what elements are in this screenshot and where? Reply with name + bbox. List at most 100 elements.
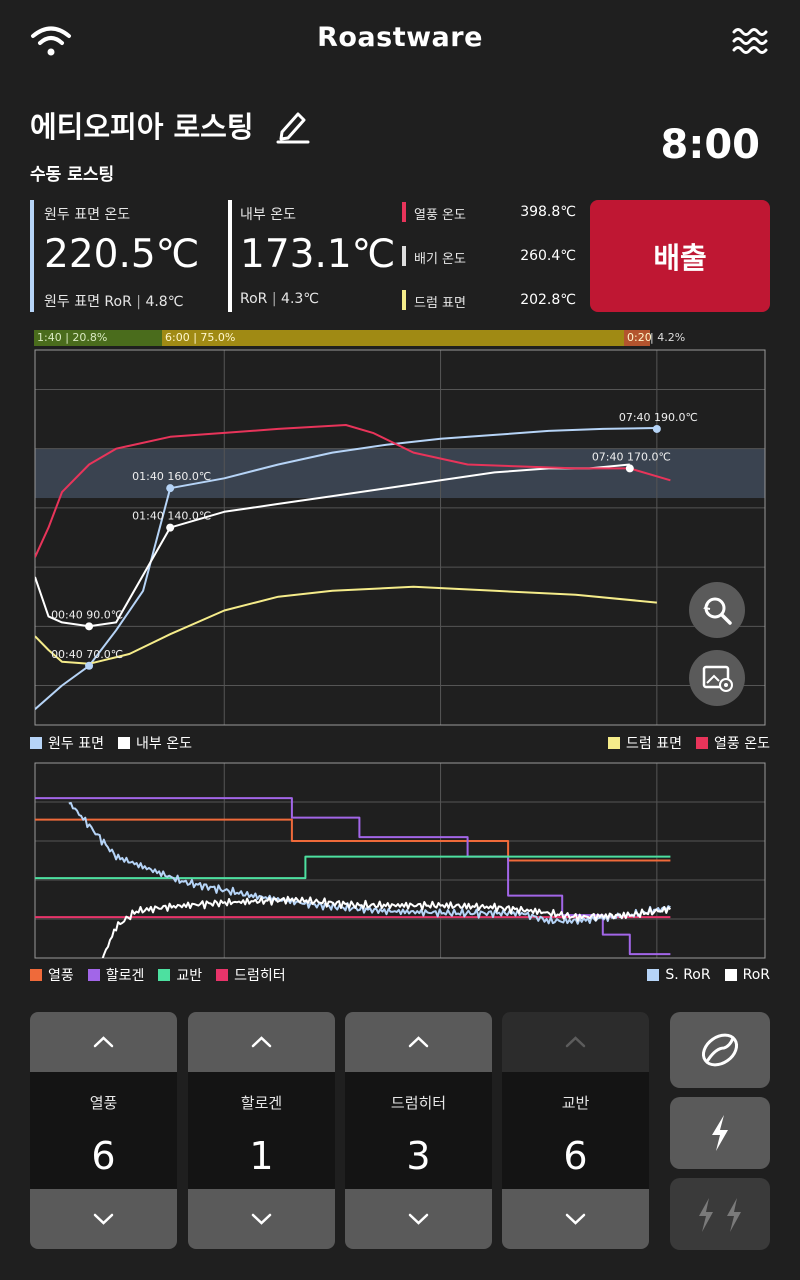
chevron-up-icon (251, 1036, 272, 1048)
legend-item: RoR (724, 967, 770, 983)
discharge-button[interactable]: 배출 (590, 200, 770, 312)
control-drum-heater: 드럼히터 3 (345, 1012, 492, 1249)
legend-item: 원두 표면 (30, 733, 104, 753)
bean-button[interactable] (670, 1012, 770, 1088)
control-ror-chart (34, 762, 766, 959)
legend-label: 원두 표면 (48, 736, 104, 752)
legend-item: 열풍 (30, 965, 74, 985)
annotation-point (85, 622, 94, 631)
legend-item: 교반 (158, 965, 202, 985)
phase-segment: 1:40 | 20.8% (34, 330, 162, 346)
annotation-point (166, 484, 175, 493)
wave-menu-icon[interactable] (730, 24, 768, 58)
control-value: 6 (563, 1134, 588, 1178)
decrease-button[interactable] (502, 1189, 649, 1249)
annotation-label: 07:40 170.0℃ (592, 450, 671, 463)
annotation-label: 00:40 90.0℃ (51, 608, 123, 621)
decrease-button[interactable] (30, 1189, 177, 1249)
plot-frame (34, 349, 766, 726)
annotation-label: 01:40 160.0℃ (132, 470, 211, 483)
chevron-down-icon (408, 1213, 429, 1225)
control-value: 1 (249, 1134, 274, 1178)
annotation-point (652, 424, 661, 433)
legend-swatch (647, 969, 660, 981)
phase-extra-label: | 4.2% (650, 331, 686, 344)
drum-value: 202.8℃ (520, 292, 576, 308)
hot-air-label: 열풍 온도 (414, 208, 466, 223)
legend-swatch (117, 737, 130, 749)
legend-label: 열풍 (48, 968, 74, 984)
legend-label: 열풍 온도 (714, 736, 770, 752)
double-lightning-icon (699, 1198, 741, 1232)
legend-swatch (30, 737, 42, 749)
coffee-bean-icon (701, 1033, 739, 1067)
temperature-legend: 원두 표면 내부 온도 드럼 표면 열풍 온도 (30, 733, 770, 753)
annotation-point (625, 464, 634, 473)
legend-item: 열풍 온도 (696, 733, 770, 753)
legend-swatch (724, 969, 737, 981)
legend-swatch (30, 969, 42, 981)
legend-label: RoR (742, 967, 770, 983)
chevron-down-icon (93, 1213, 114, 1225)
annotation-label: 07:40 190.0℃ (619, 411, 698, 424)
legend-swatch (608, 737, 621, 749)
roast-mode: 수동 로스팅 (30, 165, 115, 185)
legend-item: S. RoR (647, 967, 711, 983)
annotation-label: 01:40 140.0℃ (132, 510, 211, 523)
annotation-label: 00:40 70.0℃ (51, 648, 123, 661)
annotation-point (166, 523, 175, 532)
phase-bar: 1:40 | 20.8% 6:00 | 75.0% 0:20 (34, 330, 652, 346)
phase-segment: 6:00 | 75.0% (162, 330, 624, 346)
decrease-button[interactable] (188, 1189, 335, 1249)
control-value: 6 (91, 1134, 116, 1178)
double-power-button[interactable] (670, 1178, 770, 1250)
control-label: 할로겐 (240, 1094, 283, 1112)
chart-settings-button[interactable] (689, 650, 745, 706)
roast-timer: 8:00 (660, 122, 761, 168)
zoom-button[interactable] (689, 582, 745, 638)
control-label: 교반 (561, 1094, 590, 1112)
series-line-RoR (101, 895, 672, 958)
inner-ror: RoR | 4.3℃ (240, 291, 320, 307)
control-label: 열풍 (89, 1094, 118, 1112)
control-value: 3 (406, 1134, 431, 1178)
legend-label: 드럼히터 (234, 968, 286, 984)
series-line-할로겐 (35, 797, 671, 956)
increase-button[interactable] (188, 1012, 335, 1072)
phase-segment: 0:20 (624, 330, 652, 346)
increase-button[interactable] (502, 1012, 649, 1072)
exhaust-indicator (402, 246, 406, 266)
increase-button[interactable] (30, 1012, 177, 1072)
exhaust-value: 260.4℃ (520, 248, 576, 264)
drum-indicator (402, 290, 406, 310)
drum-label: 드럼 표면 (414, 296, 466, 311)
inner-ror-label: RoR (240, 291, 268, 307)
bean-surface-label: 원두 표면 온도 (44, 207, 131, 223)
pencil-edit-icon[interactable] (276, 108, 310, 144)
legend-label: 드럼 표면 (626, 736, 683, 752)
roast-title: 에티오피아 로스팅 (30, 110, 254, 144)
series-line-드럼 표면 (35, 585, 657, 665)
lightning-icon (712, 1115, 728, 1151)
legend-item: 할로겐 (87, 965, 145, 985)
legend-item: 드럼히터 (216, 965, 286, 985)
chevron-down-icon (251, 1213, 272, 1225)
legend-swatch (87, 969, 100, 981)
legend-label: S. RoR (665, 967, 711, 983)
inner-temp-label: 내부 온도 (240, 207, 296, 223)
temperature-chart: 00:40 70.0℃ 00:40 90.0℃ 01:40 160.0℃ 01:40 … (34, 349, 766, 726)
bean-surface-ror: 원두 표면 RoR | 4.8℃ (44, 294, 184, 310)
chevron-up-icon (565, 1036, 586, 1048)
increase-button[interactable] (345, 1012, 492, 1072)
hot-air-value: 398.8℃ (520, 204, 576, 220)
chart-settings-icon (702, 665, 733, 692)
legend-label: 할로겐 (105, 968, 145, 984)
bean-ror-label: 원두 표면 RoR (44, 294, 132, 310)
legend-label: 내부 온도 (135, 736, 192, 752)
bean-surface-indicator (30, 200, 34, 312)
decrease-button[interactable] (345, 1189, 492, 1249)
control-halogen: 할로겐 1 (188, 1012, 335, 1249)
control-label: 드럼히터 (390, 1094, 447, 1112)
power-button[interactable] (670, 1097, 770, 1169)
legend-swatch (158, 969, 171, 981)
